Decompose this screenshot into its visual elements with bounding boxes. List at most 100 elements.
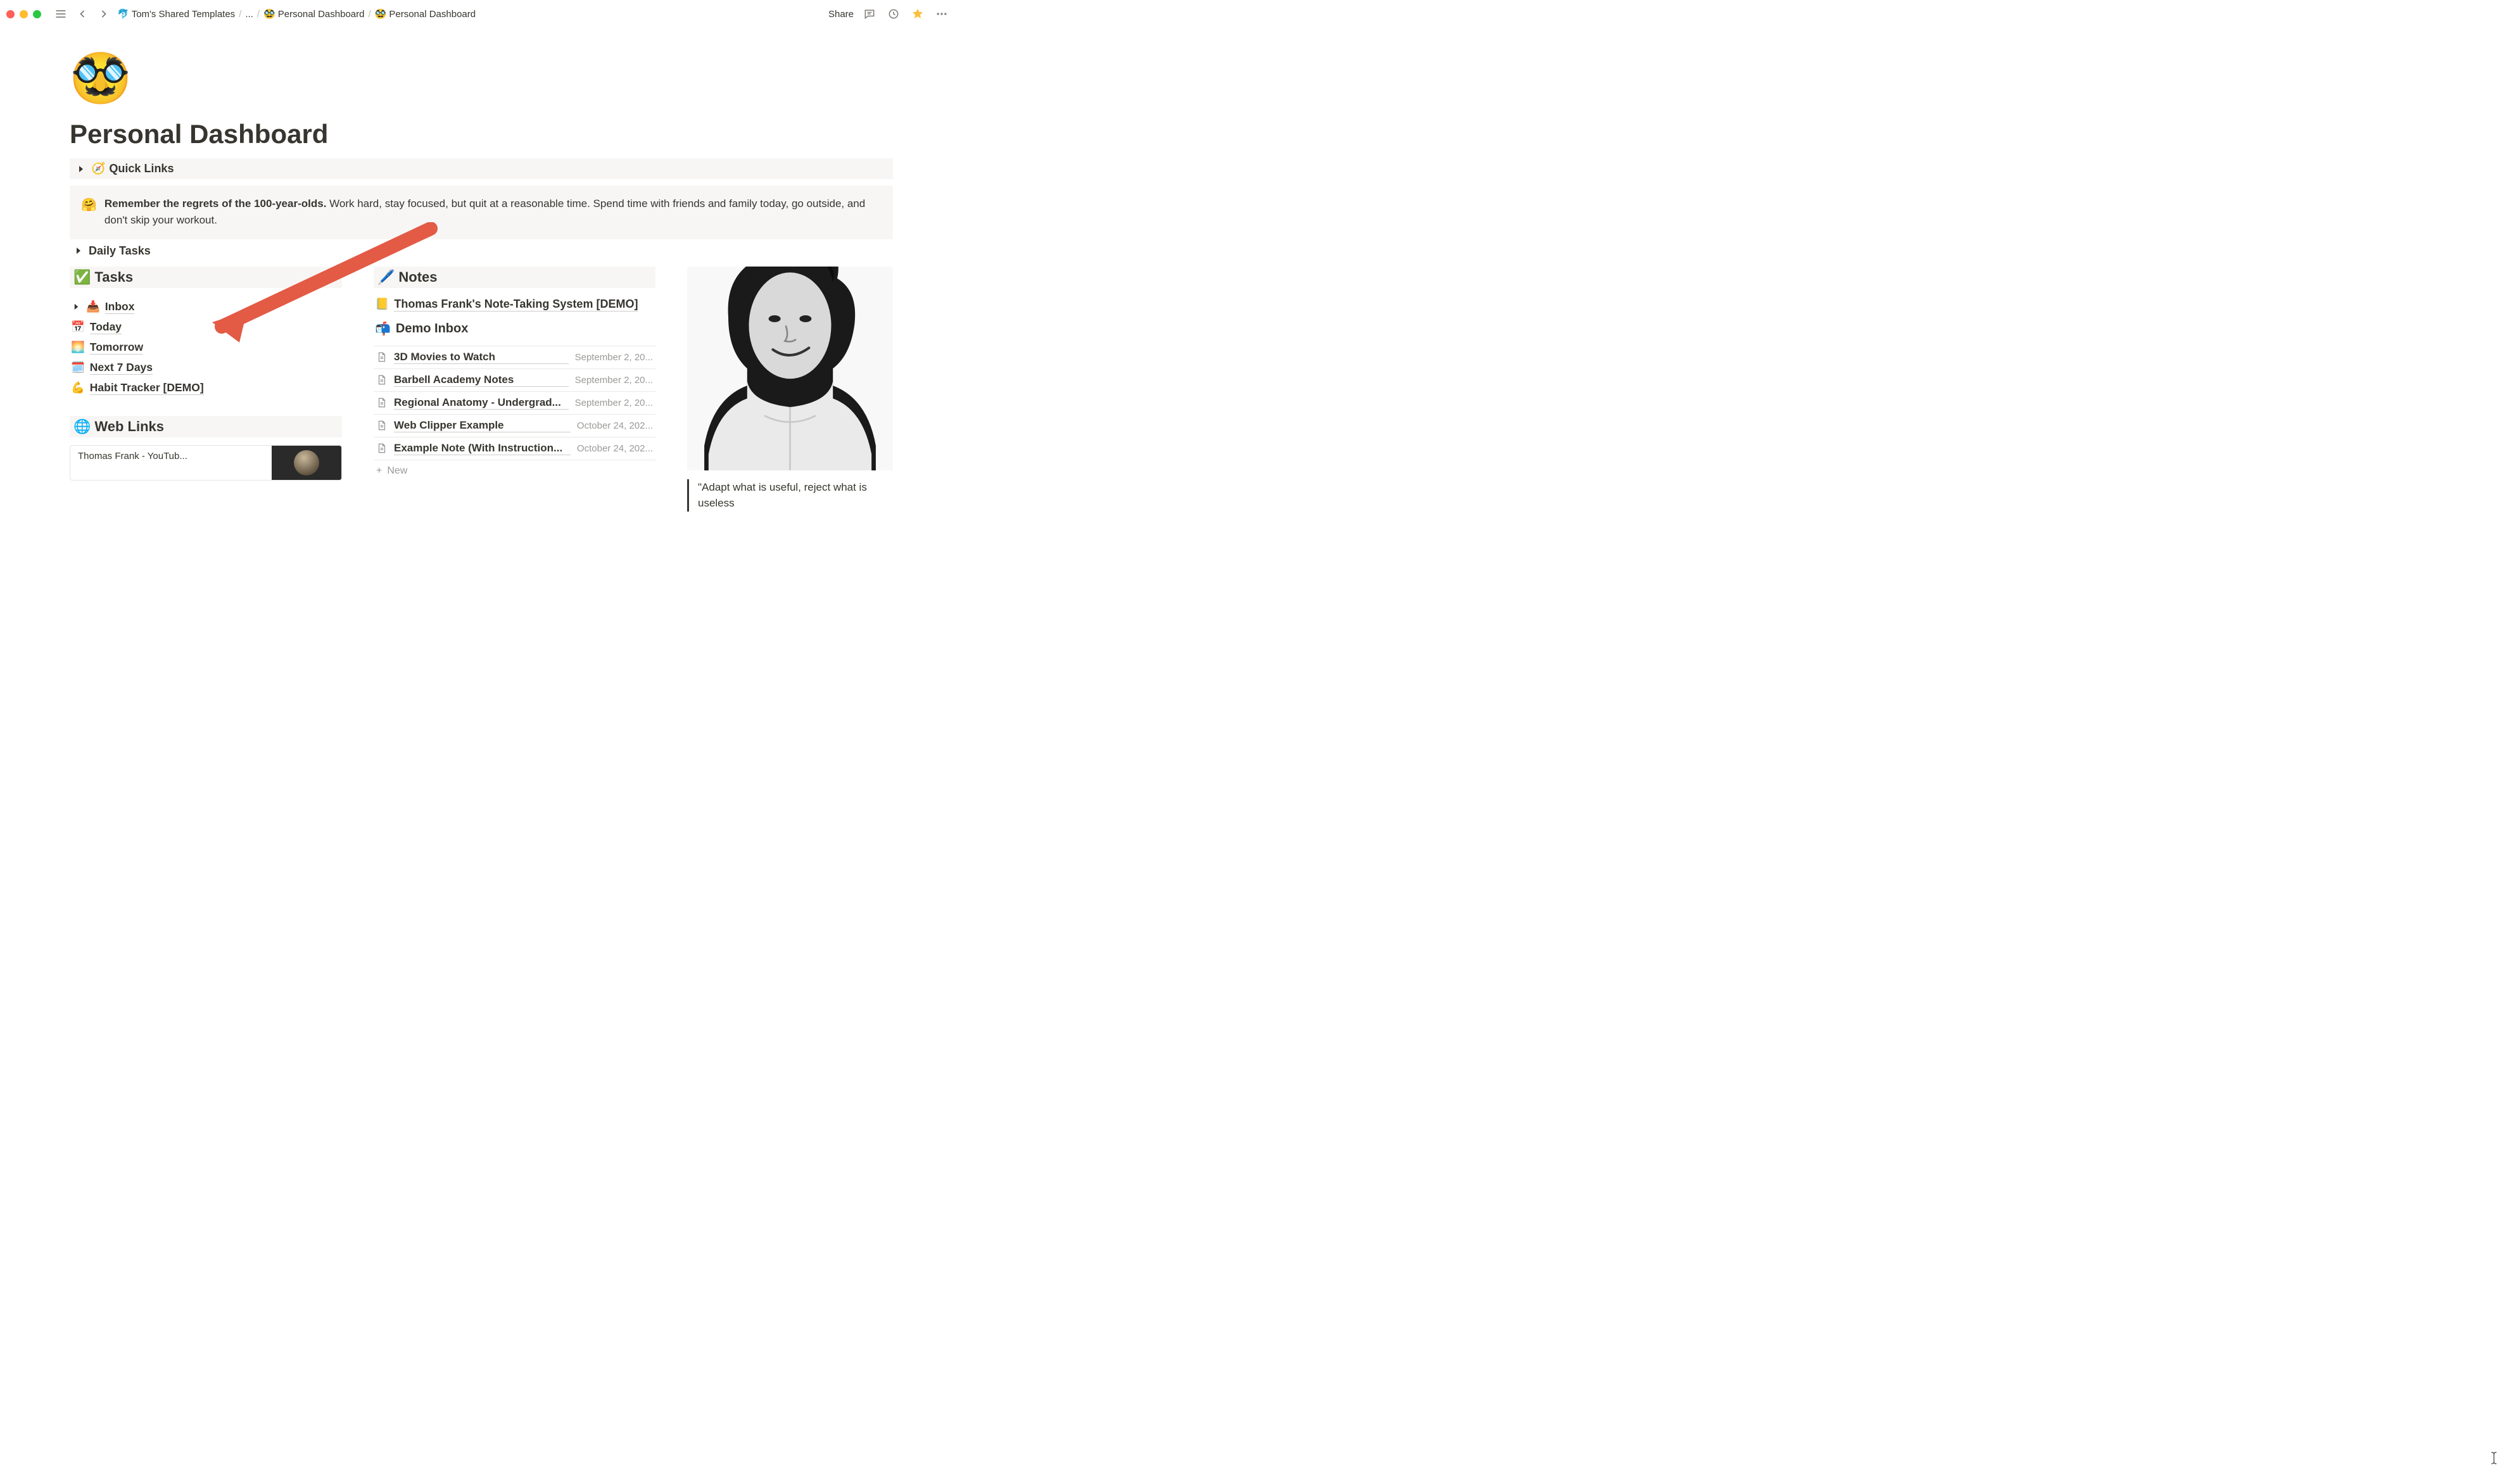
breadcrumb-item[interactable]: 🐬 Tom's Shared Templates	[117, 8, 235, 20]
task-link-next-7-days[interactable]: 🗓️ Next 7 Days	[70, 358, 342, 378]
daily-tasks-label: Daily Tasks	[89, 244, 151, 258]
tasks-header[interactable]: ✅ Tasks	[70, 267, 342, 288]
quick-links-label: Quick Links	[109, 162, 174, 175]
quote-block[interactable]: "Adapt what is useful, reject what is us…	[687, 479, 893, 512]
tasks-column: ✅ Tasks 📥 Inbox 📅 Today 🌅 Tomorrow	[70, 267, 342, 512]
notes-system-label: Thomas Frank's Note-Taking System [DEMO]	[394, 298, 638, 311]
note-date: September 2, 20...	[575, 352, 653, 363]
page-icon[interactable]: 🥸	[70, 53, 893, 103]
window-zoom-button[interactable]	[33, 10, 41, 18]
notebook-icon: 📒	[375, 298, 389, 311]
task-link-today[interactable]: 📅 Today	[70, 317, 342, 337]
notes-header-label: Notes	[398, 269, 437, 286]
web-bookmark-title: Thomas Frank - YouTub...	[78, 451, 264, 462]
new-note-label: New	[387, 465, 407, 477]
note-row[interactable]: 3D Movies to Watch September 2, 20...	[374, 346, 655, 369]
callout-block[interactable]: 🤗 Remember the regrets of the 100-year-o…	[70, 186, 893, 239]
inspiration-image[interactable]	[687, 267, 893, 470]
window-minimize-button[interactable]	[20, 10, 28, 18]
spiral-calendar-icon: 🗓️	[71, 361, 85, 374]
tasks-header-label: Tasks	[94, 269, 133, 286]
quick-links-toggle[interactable]: 🧭 Quick Links	[70, 158, 893, 179]
breadcrumb-item[interactable]: ...	[245, 9, 253, 20]
breadcrumb-icon: 🥸	[263, 8, 275, 20]
weblinks-header[interactable]: 🌐 Web Links	[70, 416, 342, 437]
task-link-label: Habit Tracker [DEMO]	[90, 381, 204, 395]
daily-tasks-toggle[interactable]: Daily Tasks	[70, 239, 893, 263]
task-link-label: Tomorrow	[90, 341, 143, 355]
note-title: Regional Anatomy - Undergrad...	[394, 396, 569, 410]
favorite-button[interactable]	[909, 6, 926, 22]
task-link-habit-tracker[interactable]: 💪 Habit Tracker [DEMO]	[70, 378, 342, 398]
breadcrumb-separator: /	[257, 9, 260, 20]
breadcrumb-icon: 🐬	[117, 8, 129, 20]
flex-arm-icon: 💪	[71, 381, 85, 394]
new-note-button[interactable]: + New	[374, 460, 655, 482]
page-content: 🥸 Personal Dashboard 🧭 Quick Links 🤗 Rem…	[0, 53, 956, 512]
updates-button[interactable]	[885, 6, 902, 22]
plus-icon: +	[376, 465, 382, 477]
note-title: 3D Movies to Watch	[394, 351, 569, 364]
callout-text: Remember the regrets of the 100-year-old…	[104, 196, 882, 229]
quote-text: "Adapt what is useful, reject what is us…	[698, 481, 867, 510]
web-bookmark-card[interactable]: Thomas Frank - YouTub...	[70, 445, 342, 481]
note-date: September 2, 20...	[575, 398, 653, 408]
note-date: October 24, 202...	[577, 443, 653, 454]
note-date: October 24, 202...	[577, 420, 653, 431]
document-icon	[376, 420, 388, 431]
triangle-right-icon	[71, 303, 81, 310]
callout-bold: Remember the regrets of the 100-year-old…	[104, 198, 327, 210]
note-title: Barbell Academy Notes	[394, 374, 569, 387]
breadcrumb-item[interactable]: 🥸 Personal Dashboard	[263, 8, 364, 20]
notes-table: 3D Movies to Watch September 2, 20... Ba…	[374, 346, 655, 482]
window-close-button[interactable]	[6, 10, 15, 18]
nav-forward-button[interactable]	[96, 6, 112, 22]
task-link-inbox[interactable]: 📥 Inbox	[70, 297, 342, 317]
triangle-right-icon	[75, 163, 87, 175]
sidebar-toggle-button[interactable]	[53, 6, 69, 22]
notes-column: 🖊️ Notes 📒 Thomas Frank's Note-Taking Sy…	[374, 267, 655, 512]
text-cursor-icon	[2489, 1451, 2499, 1465]
more-menu-button[interactable]	[933, 6, 950, 22]
topbar: 🐬 Tom's Shared Templates / ... / 🥸 Perso…	[0, 0, 956, 28]
page-title[interactable]: Personal Dashboard	[70, 119, 893, 149]
inbox-icon: 📥	[86, 300, 100, 313]
weblinks-header-label: Web Links	[94, 418, 164, 435]
demo-inbox-label: Demo Inbox	[396, 322, 468, 336]
note-row[interactable]: Regional Anatomy - Undergrad... Septembe…	[374, 392, 655, 415]
note-title: Example Note (With Instruction...	[394, 442, 571, 455]
task-link-label: Inbox	[105, 300, 135, 314]
task-link-tomorrow[interactable]: 🌅 Tomorrow	[70, 337, 342, 358]
comments-button[interactable]	[861, 6, 878, 22]
quote-column: "Adapt what is useful, reject what is us…	[687, 267, 893, 512]
topbar-actions: Share	[828, 6, 950, 22]
breadcrumb-label: ...	[245, 9, 253, 20]
triangle-right-icon	[72, 244, 85, 257]
note-row[interactable]: Example Note (With Instruction... Octobe…	[374, 437, 655, 460]
window-traffic-lights	[6, 10, 41, 18]
document-icon	[376, 443, 388, 454]
breadcrumb-separator: /	[239, 9, 241, 20]
note-row[interactable]: Web Clipper Example October 24, 202...	[374, 415, 655, 437]
breadcrumbs: 🐬 Tom's Shared Templates / ... / 🥸 Perso…	[117, 8, 823, 20]
compass-icon: 🧭	[91, 162, 105, 175]
document-icon	[376, 351, 388, 363]
breadcrumb-label: Personal Dashboard	[389, 9, 476, 20]
breadcrumb-separator: /	[369, 9, 371, 20]
demo-inbox-header[interactable]: 📬 Demo Inbox	[374, 318, 655, 339]
web-bookmark-thumbnail	[272, 446, 341, 480]
sunrise-icon: 🌅	[71, 341, 85, 354]
task-link-label: Today	[90, 320, 122, 334]
breadcrumb-item[interactable]: 🥸 Personal Dashboard	[375, 8, 476, 20]
document-icon	[376, 374, 388, 386]
mailbox-icon: 📬	[375, 321, 391, 337]
note-row[interactable]: Barbell Academy Notes September 2, 20...	[374, 369, 655, 392]
nav-back-button[interactable]	[74, 6, 91, 22]
globe-icon: 🌐	[73, 418, 91, 435]
notes-system-link[interactable]: 📒 Thomas Frank's Note-Taking System [DEM…	[374, 294, 655, 315]
note-title: Web Clipper Example	[394, 419, 571, 432]
hugging-face-icon: 🤗	[81, 196, 97, 229]
notes-header[interactable]: 🖊️ Notes	[374, 267, 655, 288]
breadcrumb-icon: 🥸	[375, 8, 387, 20]
share-button[interactable]: Share	[828, 9, 854, 20]
